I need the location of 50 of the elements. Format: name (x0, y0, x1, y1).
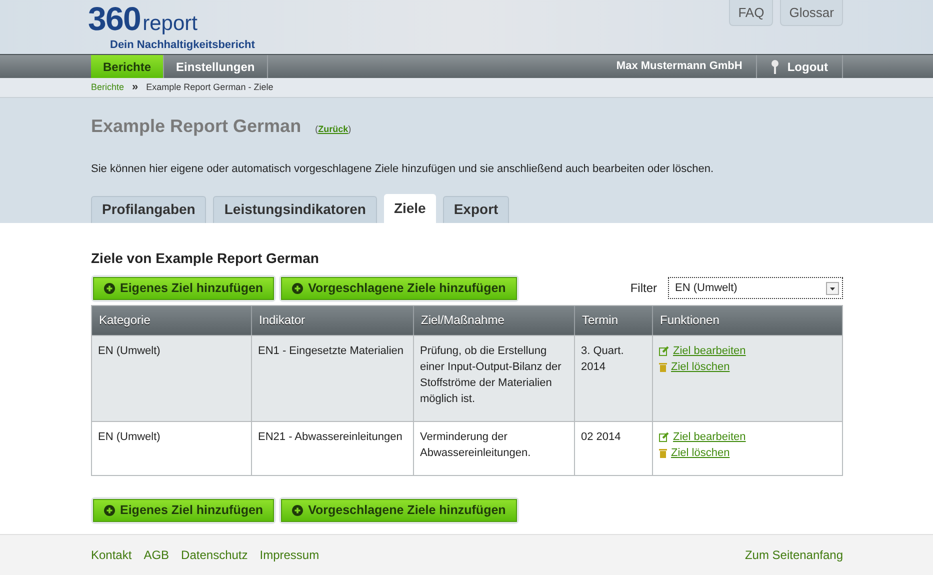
tab[interactable]: Profilangaben (91, 196, 206, 222)
trash-icon (659, 448, 667, 458)
section-title: Ziele von Example Report German (91, 248, 320, 268)
table-cell: EN (Umwelt) (92, 422, 252, 474)
edit-link[interactable]: Ziel bearbeiten (659, 342, 746, 358)
tab[interactable]: Export (442, 196, 510, 222)
description-text: Sie können hier eigene oder automatisch vorgeschlagene Ziele hinzufügen und sie anschließend auch bearbeiten oder löschen. (90, 162, 715, 177)
user-name: Max Mustermann GmbH (615, 59, 744, 74)
table-cell: Verminderung der Abwassereinleitungen. (414, 422, 575, 474)
tab[interactable]: Ziele (384, 194, 436, 222)
plus-circle-icon (292, 504, 304, 516)
back-to-top-link[interactable]: Zum Seitenanfang (744, 546, 843, 564)
breadcrumb-link[interactable]: Berichte (91, 80, 124, 94)
filter-label: Filter (630, 280, 657, 297)
add-button[interactable]: Eigenes Ziel hinzufügen (93, 498, 274, 522)
logo-number: 360 (88, 2, 141, 35)
page-title: Example Report German (91, 115, 302, 138)
bracket-text: ) (348, 123, 352, 136)
column-header: Funktionen (659, 312, 720, 329)
table-cell: EN21 - Abwassereinleitungen (252, 422, 414, 474)
footer-link[interactable]: Kontakt (91, 546, 132, 564)
edit-link[interactable]: Ziel bearbeiten (659, 428, 746, 444)
breadcrumb-separator: » (132, 80, 138, 96)
breadcrumb-current: Example Report German - Ziele (146, 80, 274, 94)
delete-link[interactable]: Ziel löschen (659, 358, 730, 374)
add-button[interactable]: Eigenes Ziel hinzufügen (93, 276, 274, 300)
plus-circle-icon (104, 504, 115, 516)
add-button[interactable]: Vorgeschlagene Ziele hinzufügen (281, 276, 517, 300)
edit-icon (659, 432, 669, 442)
plus-circle-icon (104, 282, 115, 294)
tab[interactable]: Leistungsindikatoren (213, 196, 377, 222)
logo-tagline: Dein Nachhaltigkeitsbericht (110, 38, 255, 53)
plus-circle-icon (292, 282, 304, 294)
logo-word: report (142, 13, 198, 34)
filter-select[interactable]: EN (Umwelt) (668, 277, 843, 299)
delete-link[interactable]: Ziel löschen (659, 444, 730, 460)
top-link-button[interactable]: Glossar (780, 0, 843, 26)
footer-link[interactable]: Impressum (260, 546, 320, 564)
footer-link[interactable]: AGB (144, 546, 170, 564)
dropdown-icon (826, 282, 839, 294)
back-link[interactable]: Zurück (318, 123, 348, 136)
trash-icon (659, 362, 667, 372)
bracket-text: ( (315, 123, 318, 136)
add-button[interactable]: Vorgeschlagene Ziele hinzufügen (281, 498, 517, 522)
table-cell: 02 2014 (575, 422, 653, 474)
key-icon (771, 60, 780, 74)
footer-link[interactable]: Datenschutz (181, 546, 248, 564)
nav-tab[interactable]: Berichte (91, 55, 164, 78)
edit-icon (659, 346, 669, 356)
top-link-button[interactable]: FAQ (729, 0, 774, 26)
